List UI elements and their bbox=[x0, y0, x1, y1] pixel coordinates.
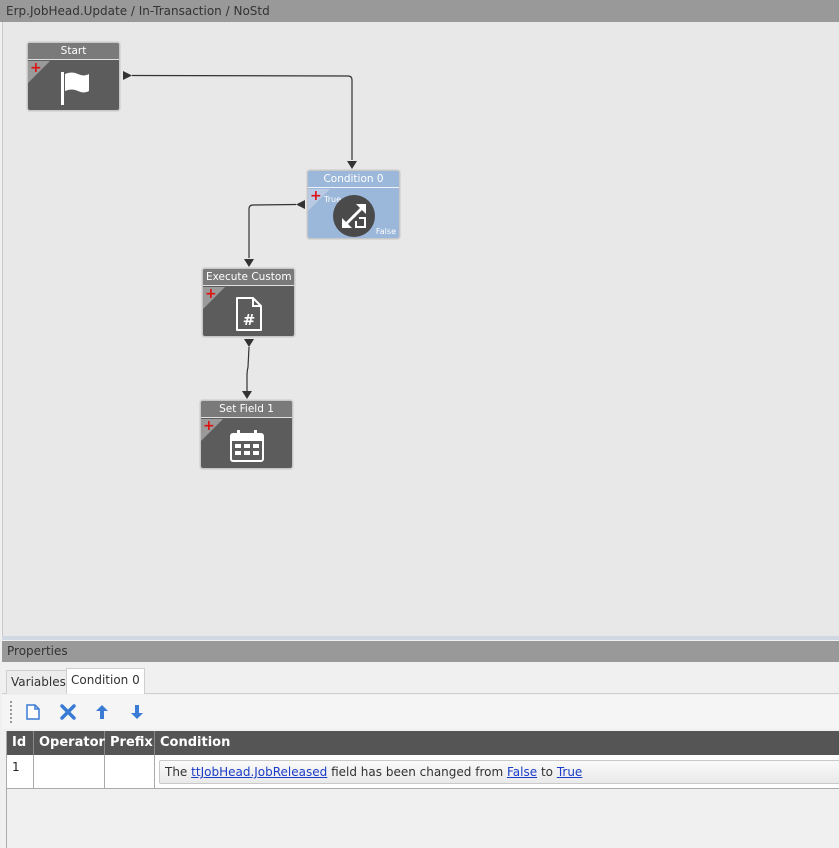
connector-condition-customcode bbox=[248, 203, 297, 258]
cell-condition[interactable]: The ttJobHead.JobReleased field has been… bbox=[155, 755, 839, 789]
svg-text:#: # bbox=[242, 311, 255, 329]
connector-customcode-setfield bbox=[246, 346, 250, 391]
customcode-in-port[interactable] bbox=[244, 259, 254, 267]
table-row[interactable]: 1 The ttJobHead.JobReleased field has be… bbox=[7, 755, 839, 789]
condition-from-value-link[interactable]: False bbox=[507, 765, 537, 779]
move-down-icon[interactable] bbox=[127, 702, 147, 722]
condition-node[interactable]: Condition 0 + True False bbox=[307, 170, 400, 239]
start-node-label: Start bbox=[28, 43, 119, 60]
condition-expression: The ttJobHead.JobReleased field has been… bbox=[159, 760, 839, 784]
tab-condition-0[interactable]: Condition 0 bbox=[66, 668, 145, 694]
tab-variables[interactable]: Variables bbox=[6, 670, 71, 694]
column-header-id[interactable]: Id bbox=[7, 731, 34, 755]
flag-icon bbox=[28, 65, 119, 110]
cell-operator[interactable] bbox=[34, 755, 105, 789]
start-node[interactable]: Start + bbox=[27, 42, 120, 111]
splitter[interactable] bbox=[2, 636, 839, 640]
condition-node-label: Condition 0 bbox=[308, 171, 399, 188]
customcode-out-port[interactable] bbox=[244, 339, 254, 347]
start-out-port[interactable] bbox=[123, 71, 132, 80]
connectors bbox=[123, 71, 357, 399]
calendar-icon bbox=[201, 423, 292, 468]
condition-text-1: The bbox=[165, 765, 188, 779]
condition-text-2: field has been changed from bbox=[331, 765, 504, 779]
grid-toolbar bbox=[2, 695, 839, 729]
cell-id[interactable]: 1 bbox=[7, 755, 34, 789]
window-title: Erp.JobHead.Update / In-Transaction / No… bbox=[0, 0, 839, 22]
set-field-node[interactable]: Set Field 1 + bbox=[200, 400, 293, 469]
properties-header: Properties bbox=[2, 641, 839, 662]
new-icon[interactable] bbox=[23, 702, 43, 722]
column-header-prefix[interactable]: Prefix bbox=[105, 731, 155, 755]
grid-header: Id Operator Prefix Condition bbox=[7, 731, 839, 755]
condition-text-3: to bbox=[540, 765, 553, 779]
condition-true-port[interactable] bbox=[296, 200, 305, 209]
condition-in-port[interactable] bbox=[347, 161, 357, 169]
custom-code-node-label: Execute Custom Co bbox=[203, 269, 294, 286]
toolbar-grip[interactable] bbox=[10, 701, 13, 723]
connector-start-condition bbox=[131, 74, 353, 160]
condition-grid: Id Operator Prefix Condition 1 The ttJob… bbox=[6, 731, 839, 848]
condition-arrows-icon bbox=[308, 193, 399, 238]
properties-tabs: Variables Condition 0 bbox=[2, 662, 839, 694]
code-file-icon: # bbox=[203, 291, 294, 336]
workflow-canvas[interactable]: Start + Condition 0 + True False Execute… bbox=[2, 22, 839, 636]
condition-to-value-link[interactable]: True bbox=[557, 765, 583, 779]
column-header-operator[interactable]: Operator bbox=[34, 731, 105, 755]
column-header-condition[interactable]: Condition bbox=[155, 731, 839, 755]
delete-icon[interactable] bbox=[58, 702, 78, 722]
custom-code-node[interactable]: Execute Custom Co + # bbox=[202, 268, 295, 337]
condition-field-link[interactable]: ttJobHead.JobReleased bbox=[191, 765, 327, 779]
setfield-in-port[interactable] bbox=[242, 391, 252, 399]
move-up-icon[interactable] bbox=[92, 702, 112, 722]
set-field-node-label: Set Field 1 bbox=[201, 401, 292, 418]
cell-prefix[interactable] bbox=[105, 755, 155, 789]
